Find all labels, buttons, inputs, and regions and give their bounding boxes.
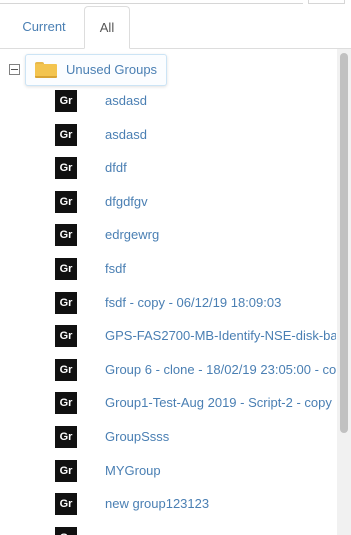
group-icon: Gr	[55, 224, 77, 246]
tree-item[interactable]: Gr MYGroup	[0, 460, 336, 484]
tree-item[interactable]: Gr Group1-Test-Aug 2019 - Script-2 - copy…	[0, 392, 336, 416]
group-icon: Gr	[55, 157, 77, 179]
group-icon: Gr	[55, 426, 77, 448]
tree-item[interactable]: Gr asdasd	[0, 90, 336, 114]
tree-item[interactable]: Gr	[0, 527, 336, 535]
tree-item-label[interactable]: fsdf - copy - 06/12/19 18:09:03	[105, 292, 281, 314]
tab-current[interactable]: Current	[10, 6, 78, 46]
tab-all[interactable]: All	[84, 6, 130, 49]
group-icon: Gr	[55, 90, 77, 112]
group-icon: Gr	[55, 392, 77, 414]
tree-item-label[interactable]: new group123123	[105, 493, 209, 515]
tree-item-label[interactable]: asdasd	[105, 90, 147, 112]
group-icon: Gr	[55, 124, 77, 146]
toolbar-segment	[0, 0, 303, 4]
tree-item-label[interactable]: Group1-Test-Aug 2019 - Script-2 - copy -	[105, 392, 336, 414]
tree-item[interactable]: Gr fsdf	[0, 258, 336, 282]
group-icon: Gr	[55, 359, 77, 381]
tree-item-label[interactable]: dfdf	[105, 157, 127, 179]
group-icon: Gr	[55, 527, 77, 535]
tree-item-label[interactable]: MYGroup	[105, 460, 161, 482]
group-icon: Gr	[55, 493, 77, 515]
tree-item[interactable]: Gr new group123123	[0, 493, 336, 517]
tree-item-label[interactable]: GPS-FAS2700-MB-Identify-NSE-disk-bas	[105, 325, 336, 347]
tab-bar: Current All	[0, 6, 351, 49]
folder-icon	[35, 62, 57, 78]
tree-item-label[interactable]: GroupSsss	[105, 426, 169, 448]
tree-root-label: Unused Groups	[66, 62, 158, 77]
tree-item[interactable]: Gr edrgewrg	[0, 224, 336, 248]
group-icon: Gr	[55, 292, 77, 314]
scrollbar-thumb[interactable]	[340, 53, 348, 433]
tree-item-label[interactable]: dfgdfgv	[105, 191, 148, 213]
tree-item-label[interactable]: fsdf	[105, 258, 126, 280]
tree-item[interactable]: Gr GroupSsss	[0, 426, 336, 450]
group-icon: Gr	[55, 258, 77, 280]
tree-item[interactable]: Gr dfgdfgv	[0, 191, 336, 215]
group-icon: Gr	[55, 191, 77, 213]
collapse-toggle-icon[interactable]	[9, 64, 20, 75]
tree-item-label[interactable]: edrgewrg	[105, 224, 159, 246]
tree-item[interactable]: Gr fsdf - copy - 06/12/19 18:09:03	[0, 292, 336, 316]
tree-item[interactable]: Gr dfdf	[0, 157, 336, 181]
group-icon: Gr	[55, 325, 77, 347]
tree-item[interactable]: Gr asdasd	[0, 124, 336, 148]
vertical-scrollbar[interactable]	[337, 49, 351, 535]
top-toolbar-edge	[0, 0, 351, 4]
tree-item-label[interactable]: Group 6 - clone - 18/02/19 23:05:00 - co…	[105, 359, 336, 381]
tree-item[interactable]: Gr Group 6 - clone - 18/02/19 23:05:00 - …	[0, 359, 336, 383]
tree-item[interactable]: Gr GPS-FAS2700-MB-Identify-NSE-disk-bas	[0, 325, 336, 349]
tree-root-unused-groups[interactable]: Unused Groups	[25, 54, 167, 86]
group-icon: Gr	[55, 460, 77, 482]
group-tree: Unused Groups Gr asdasd Gr asdasd Gr dfdf Gr df…	[0, 49, 336, 535]
tree-item-label[interactable]: asdasd	[105, 124, 147, 146]
toolbar-button[interactable]	[308, 0, 345, 4]
